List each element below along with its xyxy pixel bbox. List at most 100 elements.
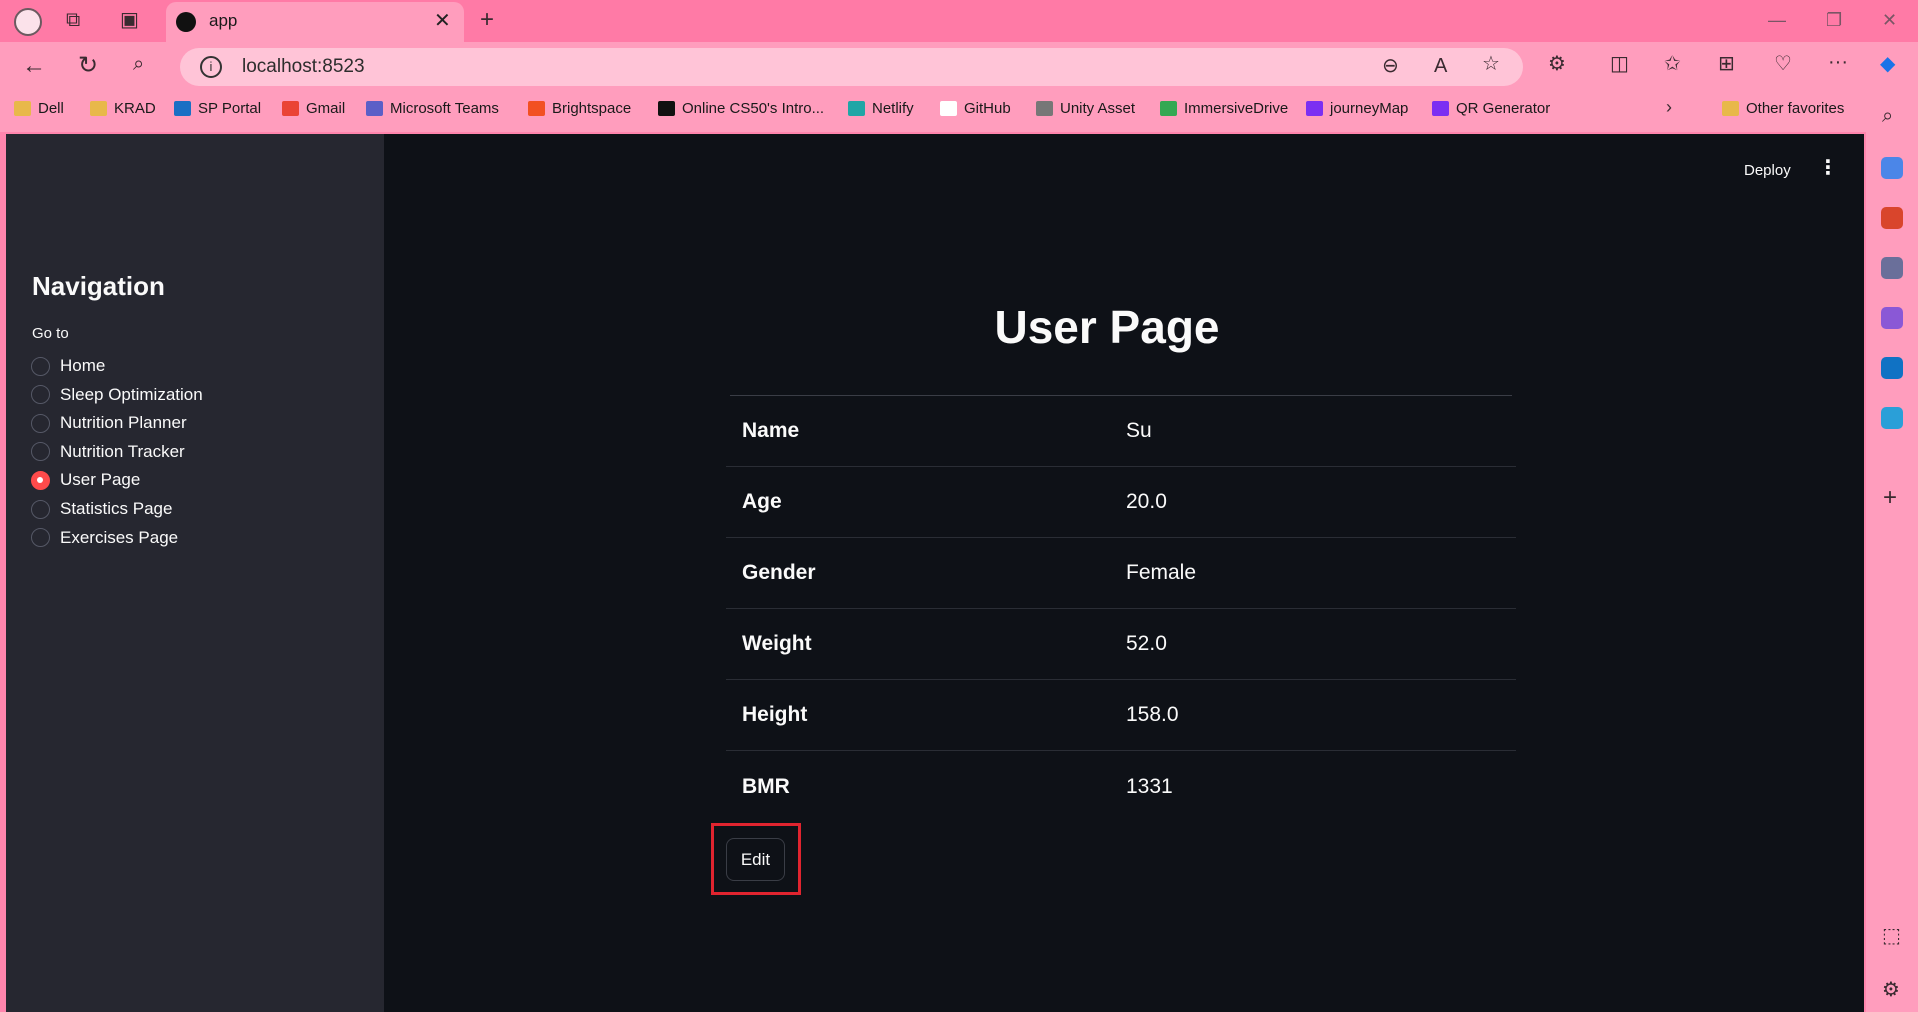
nav-option[interactable]: Nutrition Tracker: [31, 442, 185, 462]
favorites-icon[interactable]: ✩: [1664, 54, 1681, 74]
radio-button[interactable]: [31, 385, 50, 405]
bookmark-item[interactable]: Brightspace: [528, 100, 631, 117]
row-value: 20.0: [1126, 490, 1167, 513]
bookmark-label: Unity Asset: [1060, 100, 1136, 117]
copilot-icon[interactable]: ◆: [1880, 54, 1895, 74]
minimize-icon[interactable]: —: [1768, 10, 1786, 31]
bookmark-icon: [940, 101, 957, 116]
close-window-icon[interactable]: ✕: [1882, 10, 1897, 31]
restore-icon[interactable]: ❐: [1826, 10, 1842, 31]
tab-title: app: [209, 11, 238, 30]
tab-close-icon[interactable]: ✕: [434, 8, 451, 33]
radio-button[interactable]: [31, 356, 50, 376]
microsoft365-icon[interactable]: [1881, 307, 1903, 329]
bookmark-item[interactable]: QR Generator: [1432, 100, 1550, 117]
sidebar-settings-icon[interactable]: ⚙: [1882, 980, 1900, 1000]
nav-option[interactable]: User Page: [31, 470, 140, 490]
edit-button[interactable]: Edit: [726, 838, 785, 881]
send-icon[interactable]: [1881, 407, 1903, 429]
bookmark-item[interactable]: Online CS50's Intro...: [658, 100, 824, 117]
add-sidebar-icon[interactable]: +: [1883, 486, 1897, 510]
table-row: Name Su: [726, 396, 1516, 467]
bookmark-item[interactable]: Dell: [14, 100, 64, 117]
bookmark-item[interactable]: Unity Asset: [1036, 100, 1135, 117]
profile-avatar[interactable]: [14, 8, 42, 36]
nav-option[interactable]: Sleep Optimization: [31, 385, 203, 405]
nav-option-label: Statistics Page: [60, 499, 173, 518]
bookmark-item[interactable]: Microsoft Teams: [366, 100, 499, 117]
radio-button[interactable]: [31, 499, 50, 519]
bookmark-label: Online CS50's Intro...: [682, 100, 825, 117]
new-tab-icon[interactable]: +: [480, 8, 494, 32]
site-info-icon[interactable]: i: [200, 56, 222, 78]
nav-option[interactable]: Statistics Page: [31, 499, 172, 519]
row-value: 158.0: [1126, 703, 1179, 726]
bookmark-item[interactable]: GitHub: [940, 100, 1011, 117]
search-icon[interactable]: ⌕: [133, 54, 144, 74]
row-key: Height: [742, 703, 808, 726]
row-key: Gender: [742, 561, 816, 584]
bookmark-icon: [848, 101, 865, 116]
outlook-icon[interactable]: [1881, 357, 1903, 379]
sidebar-title: Navigation: [32, 271, 165, 301]
nav-option-label: Nutrition Tracker: [60, 441, 185, 461]
user-info-table: Name Su Age 20.0 Gender Female Weight 52.0 Heigh…: [726, 395, 1516, 822]
table-row: Age 20.0: [726, 467, 1516, 538]
bookmark-item[interactable]: KRAD: [90, 100, 156, 117]
extensions-icon[interactable]: ⚙: [1548, 54, 1566, 74]
shopping-icon[interactable]: [1881, 157, 1903, 179]
radio-button[interactable]: [31, 528, 50, 548]
vertical-tabs-icon[interactable]: ▣: [120, 10, 139, 30]
bookmark-icon: [1160, 101, 1177, 116]
read-aloud-icon[interactable]: A: [1434, 56, 1447, 76]
edge-search-icon[interactable]: ⌕: [1882, 106, 1893, 126]
row-key: Name: [742, 419, 800, 442]
browser-essentials-icon[interactable]: ♡: [1774, 54, 1792, 74]
main-menu-icon[interactable]: ⋮: [1818, 158, 1838, 178]
bookmark-label: journeyMap: [1330, 100, 1409, 117]
bookmarks-overflow-icon[interactable]: ›: [1666, 98, 1672, 116]
collections-icon[interactable]: ⊞: [1718, 54, 1735, 74]
address-bar[interactable]: [180, 48, 1523, 86]
zoom-out-icon[interactable]: ⊖: [1382, 56, 1399, 76]
url-text[interactable]: localhost:8523: [242, 56, 365, 78]
tools-icon[interactable]: [1881, 207, 1903, 229]
nav-option[interactable]: Exercises Page: [31, 528, 178, 548]
favorite-star-icon[interactable]: ☆: [1482, 54, 1500, 74]
app-sidebar: [6, 134, 384, 1012]
bookmark-item[interactable]: ImmersiveDrive: [1160, 100, 1288, 117]
nav-option-label: Home: [60, 356, 106, 375]
bookmark-item[interactable]: Gmail: [282, 100, 345, 117]
more-menu-icon[interactable]: ···: [1828, 52, 1848, 72]
radio-button[interactable]: [31, 442, 50, 462]
bookmark-item[interactable]: journeyMap: [1306, 100, 1408, 117]
page-title: User Page: [994, 301, 1220, 353]
radio-button[interactable]: [31, 470, 50, 490]
bookmark-label: QR Generator: [1456, 100, 1551, 117]
bookmark-label: GitHub: [964, 100, 1011, 117]
bookmark-icon: [366, 101, 383, 116]
nav-option-label: Nutrition Planner: [60, 413, 187, 433]
refresh-icon[interactable]: ↻: [78, 54, 98, 78]
row-value: 52.0: [1126, 632, 1167, 655]
bookmark-label: Gmail: [306, 100, 346, 117]
screenshot-icon[interactable]: ⬚: [1882, 926, 1901, 946]
nav-option[interactable]: Nutrition Planner: [31, 413, 187, 433]
bookmark-icon: [90, 101, 107, 116]
table-row: Height 158.0: [726, 680, 1516, 751]
games-icon[interactable]: [1881, 257, 1903, 279]
radio-button[interactable]: [31, 413, 50, 433]
split-screen-icon[interactable]: ◫: [1610, 54, 1629, 74]
deploy-button[interactable]: Deploy: [1744, 162, 1791, 179]
workspaces-icon[interactable]: ⧉: [66, 10, 80, 30]
other-favorites[interactable]: Other favorites: [1722, 100, 1844, 117]
bookmark-icon: [1306, 101, 1323, 116]
bookmark-item[interactable]: Netlify: [848, 100, 914, 117]
nav-option[interactable]: Home: [31, 356, 105, 376]
bookmark-item[interactable]: SP Portal: [174, 100, 261, 117]
bookmark-icon: [174, 101, 191, 116]
bookmark-icon: [282, 101, 299, 116]
back-icon[interactable]: ←: [22, 54, 46, 78]
nav-option-label: Sleep Optimization: [60, 384, 203, 404]
app-favicon-icon: [176, 12, 196, 32]
